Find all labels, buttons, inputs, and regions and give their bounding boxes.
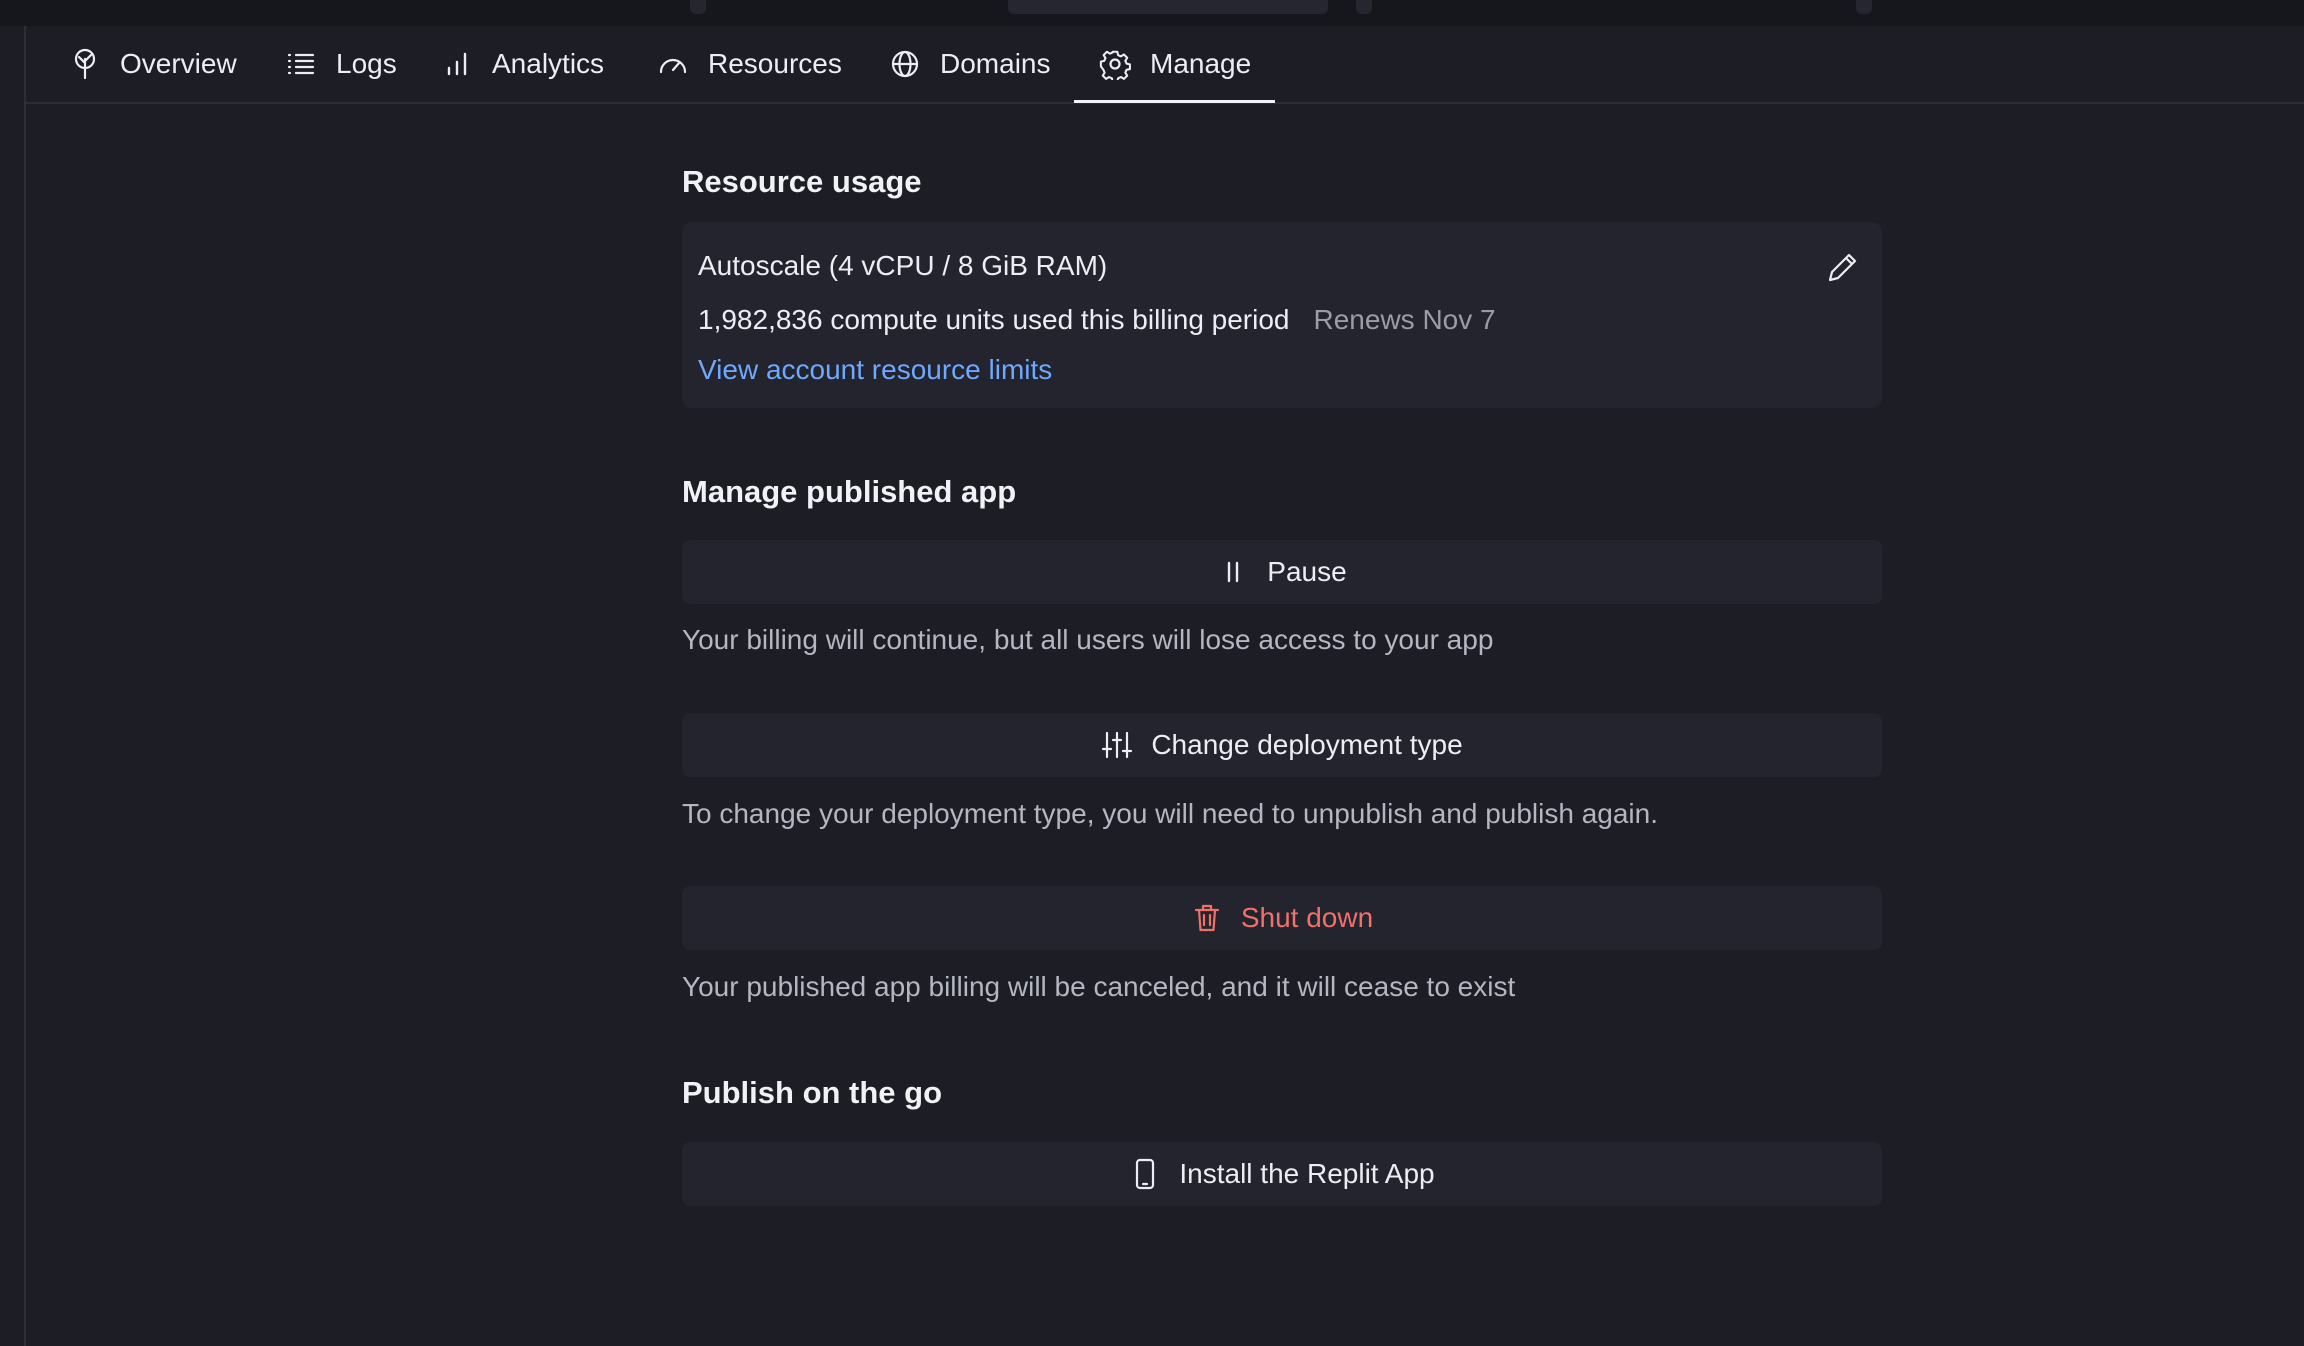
tab-label: Logs <box>336 48 397 79</box>
change-deployment-button[interactable]: Change deployment type <box>682 713 1882 777</box>
pause-button[interactable]: Pause <box>682 540 1882 604</box>
compute-usage-line: 1,982,836 compute units used this billin… <box>698 304 1496 336</box>
tab-label: Manage <box>1150 48 1252 79</box>
bar-chart-icon <box>440 47 474 81</box>
gear-icon <box>1098 47 1132 81</box>
phone-icon <box>1129 1158 1161 1190</box>
manage-app-title: Manage published app <box>682 474 1017 509</box>
shut-down-button[interactable]: Shut down <box>682 886 1882 950</box>
publish-on-go-title: Publish on the go <box>682 1075 943 1110</box>
pause-label: Pause <box>1267 556 1347 587</box>
tree-icon <box>68 47 102 81</box>
change-deployment-description: To change your deployment type, you will… <box>682 798 1658 829</box>
install-app-button[interactable]: Install the Replit App <box>682 1142 1882 1206</box>
tab-resources[interactable]: Resources <box>656 26 842 102</box>
tab-logs[interactable]: Logs <box>284 26 397 102</box>
tab-manage[interactable]: Manage <box>1073 26 1276 103</box>
trash-icon <box>1191 902 1223 934</box>
resource-usage-title: Resource usage <box>682 164 922 199</box>
top-tab-stub <box>1356 0 1372 14</box>
tab-analytics[interactable]: Analytics <box>440 26 604 102</box>
tab-label: Analytics <box>492 48 605 79</box>
top-tab-stub <box>1856 0 1872 14</box>
tab-label: Overview <box>120 48 237 79</box>
plan-text: Autoscale (4 vCPU / 8 GiB RAM) <box>698 250 1108 281</box>
tab-label: Domains <box>940 48 1051 79</box>
top-window-strip <box>0 0 2304 26</box>
sliders-icon <box>1101 729 1133 761</box>
edit-pencil-icon[interactable] <box>1824 250 1860 286</box>
resource-usage-card: Autoscale (4 vCPU / 8 GiB RAM) 1,982,836… <box>682 222 1882 408</box>
globe-icon <box>888 47 922 81</box>
gauge-icon <box>656 47 690 81</box>
shut-down-description: Your published app billing will be cance… <box>682 971 1516 1002</box>
shut-down-label: Shut down <box>1240 902 1374 933</box>
view-limits-link[interactable]: View account resource limits <box>698 354 1052 386</box>
tab-domains[interactable]: Domains <box>888 26 1050 102</box>
compute-units-text: 1,982,836 compute units used this billin… <box>698 304 1290 335</box>
list-icon <box>284 47 318 81</box>
pause-icon <box>1217 556 1249 588</box>
top-tab-stub <box>690 0 706 14</box>
change-deployment-label: Change deployment type <box>1151 729 1463 760</box>
tab-bar: Overview Logs Analytics Resources Domain… <box>26 26 2304 104</box>
tab-overview[interactable]: Overview <box>68 26 237 102</box>
top-tab-stub <box>1008 0 1328 14</box>
tab-label: Resources <box>708 48 842 79</box>
install-app-label: Install the Replit App <box>1179 1158 1435 1189</box>
renews-text: Renews Nov 7 <box>1313 304 1496 335</box>
pause-description: Your billing will continue, but all user… <box>682 624 1494 655</box>
deployment-panel: Overview Logs Analytics Resources Domain… <box>24 26 2304 1346</box>
